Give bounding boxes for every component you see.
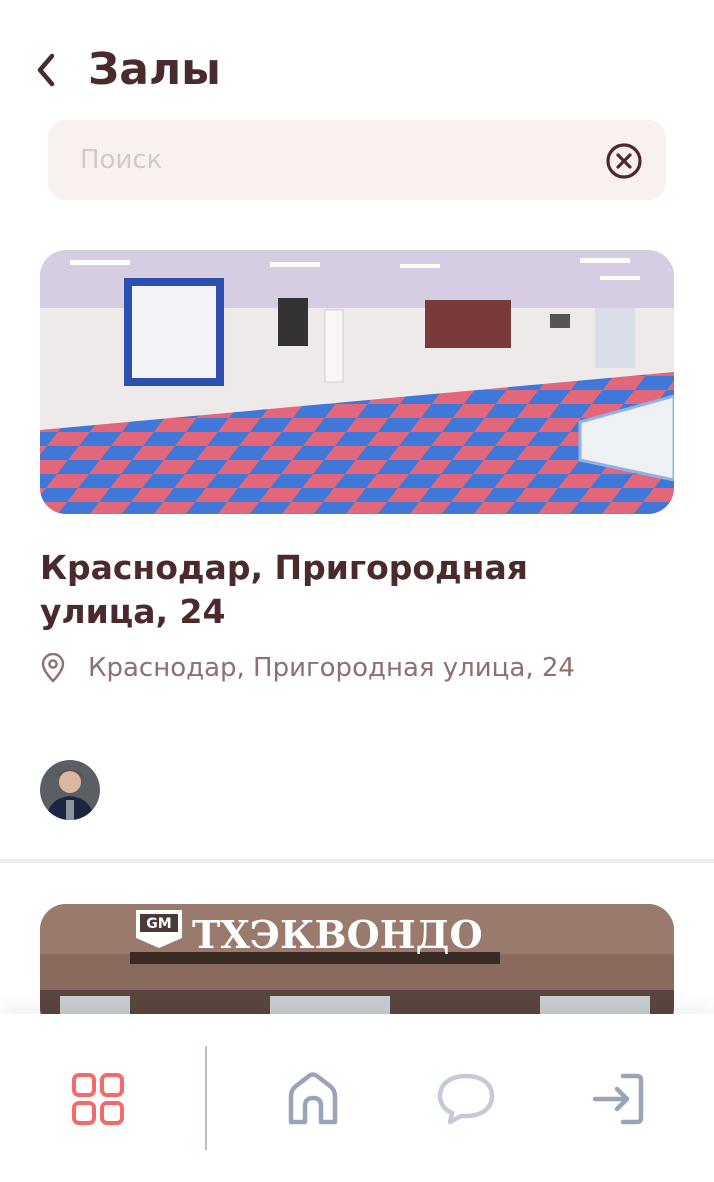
sign-logo: GM — [146, 916, 171, 932]
chat-icon — [437, 1073, 495, 1125]
page-title: Залы — [88, 44, 221, 95]
gym-hall-illustration — [40, 250, 674, 514]
address-text: Краснодар, Пригородная улица, 24 — [88, 653, 575, 683]
avatar-image — [40, 760, 100, 820]
tab-chat[interactable] — [421, 1054, 511, 1144]
search-bar — [48, 120, 666, 200]
back-button[interactable] — [26, 48, 66, 92]
sign-text: ТХЭКВОНДО — [192, 912, 483, 957]
grid-icon — [72, 1073, 124, 1125]
tab-gyms[interactable] — [53, 1054, 143, 1144]
card-divider — [0, 859, 714, 863]
map-pin-icon — [41, 653, 65, 683]
gym-title[interactable]: Краснодар, Пригородная улица, 24 — [40, 546, 640, 634]
header: Залы — [0, 0, 714, 120]
tab-separator — [205, 1046, 207, 1150]
gym-hall-photo[interactable] — [40, 250, 674, 514]
home-icon — [288, 1072, 338, 1125]
tab-login[interactable] — [573, 1054, 663, 1144]
clear-search-button[interactable] — [605, 142, 643, 180]
login-icon — [592, 1073, 644, 1125]
close-circle-icon — [606, 143, 642, 179]
tab-home[interactable] — [268, 1054, 358, 1144]
gym-address: Краснодар, Пригородная улица, 24 — [40, 648, 575, 688]
bottom-tab-bar — [0, 1014, 714, 1182]
search-input[interactable] — [80, 138, 580, 182]
chevron-left-icon — [37, 53, 55, 87]
trainer-avatar[interactable] — [40, 760, 100, 820]
